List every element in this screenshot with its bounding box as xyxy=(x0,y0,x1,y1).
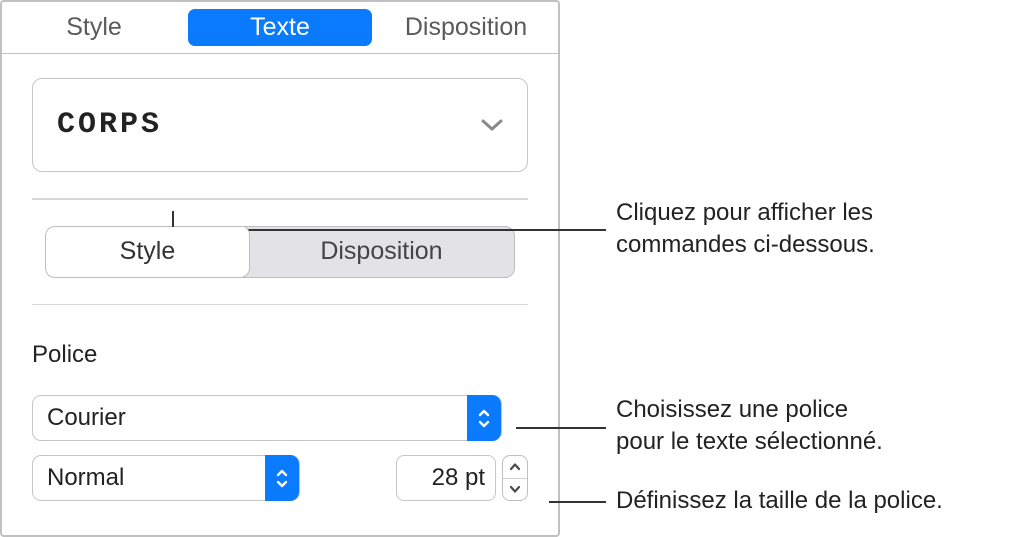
annotation-line: Cliquez pour afficher les xyxy=(616,197,875,229)
font-size-group: 28 pt xyxy=(396,455,528,501)
segmented-style-button[interactable]: Style xyxy=(45,226,250,278)
segmented-disposition-label: Disposition xyxy=(320,237,442,266)
segmented-row: Style Disposition xyxy=(32,226,528,278)
leader-line xyxy=(549,501,606,503)
annotation-font-choose: Choisissez une police pour le texte séle… xyxy=(616,394,883,459)
popup-arrows-icon xyxy=(265,455,299,501)
top-tab-style[interactable]: Style xyxy=(2,2,186,53)
segmented-style-label: Style xyxy=(120,237,176,266)
leader-line xyxy=(516,427,606,429)
format-sidebar-panel: Style Texte Disposition CORPS Style Disp… xyxy=(0,0,560,537)
font-size-value: 28 pt xyxy=(432,464,485,492)
paragraph-style-label: CORPS xyxy=(57,108,162,142)
annotation-line: Choisissez une police xyxy=(616,394,883,426)
top-tab-style-label: Style xyxy=(66,13,122,42)
font-typeface-size-row: Normal 28 pt xyxy=(32,455,528,501)
segmented-style-disposition: Style Disposition xyxy=(45,226,515,278)
font-family-row: Courier xyxy=(32,395,528,441)
annotation-style-click: Cliquez pour afficher les commandes ci-d… xyxy=(616,197,875,262)
chevron-down-icon xyxy=(481,118,503,132)
font-family-value: Courier xyxy=(47,404,126,432)
divider xyxy=(32,304,528,306)
font-size-stepper-down[interactable] xyxy=(503,479,527,501)
annotation-line: pour le texte sélectionné. xyxy=(616,426,883,458)
font-family-popup[interactable]: Courier xyxy=(32,395,502,441)
font-size-field[interactable]: 28 pt xyxy=(396,455,496,501)
typeface-popup[interactable]: Normal xyxy=(32,455,300,501)
annotation-line: commandes ci-dessous. xyxy=(616,229,875,261)
top-tab-bar: Style Texte Disposition xyxy=(2,2,558,54)
chevron-down-icon xyxy=(509,485,521,494)
divider xyxy=(32,198,528,200)
top-tab-texte[interactable]: Texte xyxy=(188,9,372,46)
font-size-stepper-up[interactable] xyxy=(503,456,527,479)
segmented-disposition-button[interactable]: Disposition xyxy=(249,227,514,277)
popup-arrows-icon xyxy=(467,395,501,441)
typeface-value: Normal xyxy=(47,464,124,492)
police-section-label: Police xyxy=(32,341,528,369)
top-tab-disposition[interactable]: Disposition xyxy=(374,2,558,53)
paragraph-style-popup[interactable]: CORPS xyxy=(32,78,528,172)
annotation-line: Définissez la taille de la police. xyxy=(616,485,943,517)
top-tab-texte-label: Texte xyxy=(250,13,310,42)
chevron-up-icon xyxy=(509,462,521,471)
font-size-stepper xyxy=(502,455,528,501)
annotation-font-size: Définissez la taille de la police. xyxy=(616,485,943,517)
panel-body: CORPS Style Disposition Police Courier xyxy=(2,54,558,501)
top-tab-disposition-label: Disposition xyxy=(405,13,527,42)
